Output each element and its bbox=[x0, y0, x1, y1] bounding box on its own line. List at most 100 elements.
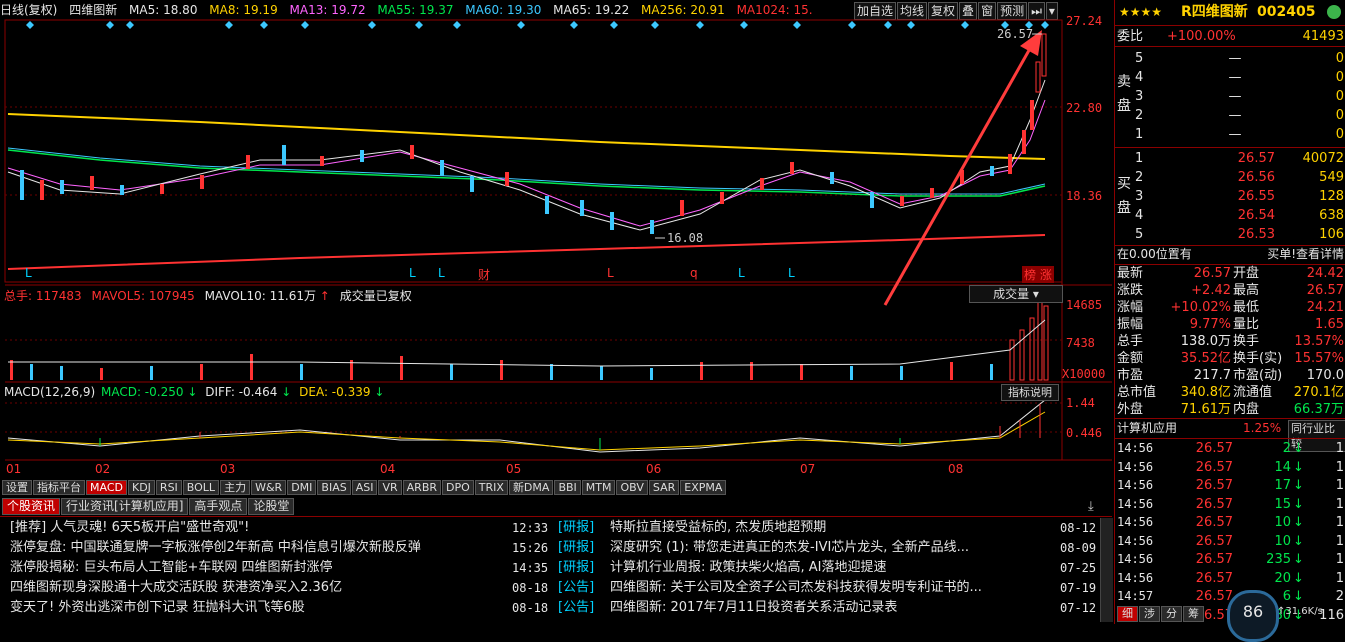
tick-count: 1 bbox=[1335, 515, 1344, 530]
indicator-tab[interactable]: RSI bbox=[155, 480, 182, 495]
down-arrow-icon: ↓ bbox=[374, 385, 385, 399]
indicator-tab[interactable]: KDJ bbox=[127, 480, 155, 495]
indicator-tab[interactable]: SAR bbox=[648, 480, 680, 495]
tick-time: 14:56 bbox=[1117, 533, 1154, 548]
indicator-tab[interactable]: MACD bbox=[86, 480, 127, 495]
book-level: 2 bbox=[1135, 170, 1144, 185]
marker-q[interactable]: q bbox=[690, 266, 698, 280]
tick-volume: 2 bbox=[1282, 441, 1291, 456]
hot-badge[interactable]: 榜 涨 bbox=[1022, 266, 1054, 283]
tick-time: 14:56 bbox=[1117, 459, 1154, 474]
news-report[interactable]: 四维图新: 关于公司及全资子公司杰发科技获得发明专利证书的... bbox=[610, 578, 1050, 598]
news-scrollbar[interactable] bbox=[1100, 518, 1113, 622]
book-volume: 0 bbox=[1335, 108, 1344, 123]
indicator-tab[interactable]: BIAS bbox=[317, 480, 351, 495]
book-price: — bbox=[1228, 70, 1242, 85]
month-label: 07 bbox=[800, 462, 816, 476]
news-tab[interactable]: 论股堂 bbox=[248, 498, 295, 515]
marker-l[interactable]: L bbox=[438, 266, 445, 280]
news-report[interactable]: 四维图新: 2017年7月11日投资者关系活动记录表 bbox=[610, 598, 1050, 618]
news-tab[interactable]: 行业资讯[计算机应用] bbox=[61, 498, 189, 515]
book-volume: 106 bbox=[1319, 227, 1344, 242]
news-headline[interactable]: 涨停股揭秘: 巨头布局人工智能+车联网 四维图新封涨停 bbox=[10, 558, 500, 578]
stats-table: 最新 26.57 开盘 24.42 涨跌 +2.42 最高 26.57 涨幅 +10.02% 最低 2… bbox=[1115, 264, 1345, 417]
indicator-help-button[interactable]: 指标说明 bbox=[1001, 384, 1059, 401]
indicator-tab[interactable]: BOLL bbox=[182, 480, 220, 495]
marker-l[interactable]: L bbox=[788, 266, 795, 280]
tick-price: 26.57 bbox=[1195, 552, 1233, 567]
indicator-tab[interactable]: DMI bbox=[287, 480, 317, 495]
indicator-tab[interactable]: OBV bbox=[616, 480, 648, 495]
quote-tab[interactable]: 细 bbox=[1117, 606, 1138, 622]
news-headline[interactable]: 变天了! 外资出逃深市创下记录 狂抛科大讯飞等6股 bbox=[10, 598, 500, 618]
stock-title: R四维图新 bbox=[1181, 4, 1248, 20]
marker-l[interactable]: L bbox=[607, 266, 614, 280]
news-time: 08-18 bbox=[512, 581, 549, 595]
book-price: 26.54 bbox=[1237, 208, 1275, 223]
indicator-tab[interactable]: 新DMA bbox=[508, 480, 554, 495]
quote-tab[interactable]: 涉 bbox=[1139, 606, 1160, 622]
industry-name[interactable]: 计算机应用 bbox=[1117, 419, 1177, 438]
indicator-tab[interactable]: 主力 bbox=[220, 480, 251, 495]
down-arrow-icon: ↓ bbox=[1293, 459, 1304, 475]
news-tab[interactable]: 个股资讯 bbox=[2, 498, 61, 515]
indicator-tab[interactable]: ARBR bbox=[402, 480, 442, 495]
industry-row: 计算机应用 1.25% 同行业比较 bbox=[1115, 419, 1345, 452]
marker-finance[interactable]: 财 bbox=[478, 266, 490, 283]
news-date: 08-12 bbox=[1060, 521, 1097, 535]
down-arrow-icon: ↓ bbox=[1293, 570, 1304, 586]
indicator-tab[interactable]: W&R bbox=[251, 480, 287, 495]
event-diamonds[interactable] bbox=[26, 21, 1049, 29]
indicator-tab[interactable]: VR bbox=[378, 480, 402, 495]
network-speed: ↑31.6K/s bbox=[1277, 606, 1323, 617]
tick-volume: 14 bbox=[1274, 459, 1291, 475]
news-date: 08-09 bbox=[1060, 541, 1097, 555]
news-tag: [研报] bbox=[558, 540, 595, 555]
book-price: — bbox=[1228, 51, 1242, 66]
news-headline[interactable]: 涨停复盘: 中国联通复牌一字板涨停创2年新高 中科信息引爆次新股反弹 bbox=[10, 538, 500, 558]
quote-tab[interactable]: 筹 bbox=[1183, 606, 1204, 622]
kline-chart[interactable] bbox=[0, 0, 1112, 480]
macd-axis-mid: 0.446 bbox=[1066, 426, 1103, 440]
position-note: 在0.00位置有 bbox=[1117, 247, 1192, 261]
indicator-tab[interactable]: DPO bbox=[442, 480, 474, 495]
news-report[interactable]: 特斯拉直接受益标的, 杰发质地超预期 bbox=[610, 518, 1050, 538]
book-price: — bbox=[1228, 127, 1242, 142]
news-headline[interactable]: [推荐] 人气灵魂! 6天5板开启"盛世奇观"! bbox=[10, 518, 500, 538]
news-report[interactable]: 计算机行业周报: 政策扶柴火焰高, AI落地迎提速 bbox=[610, 558, 1050, 578]
tick-volume: 235 bbox=[1266, 552, 1291, 567]
axis-price-low: 18.36 bbox=[1066, 189, 1103, 203]
news-tab[interactable]: 高手观点 bbox=[189, 498, 248, 515]
download-icon[interactable]: ⤓ bbox=[1088, 499, 1094, 514]
month-label: 02 bbox=[95, 462, 111, 476]
indicator-tab[interactable]: 指标平台 bbox=[33, 480, 85, 495]
indicator-tab[interactable]: EXPMA bbox=[680, 480, 727, 495]
quote-tab[interactable]: 分 bbox=[1161, 606, 1182, 622]
indicator-tab[interactable]: ASI bbox=[351, 480, 378, 495]
marker-l[interactable]: L bbox=[409, 266, 416, 280]
globe-icon[interactable] bbox=[1327, 5, 1341, 19]
axis-price-mid: 22.80 bbox=[1066, 101, 1103, 115]
macd-value: MACD: -0.250 bbox=[100, 385, 184, 399]
tick-price: 26.57 bbox=[1195, 570, 1233, 586]
indicator-tab[interactable]: MTM bbox=[581, 480, 616, 495]
book-price: 26.53 bbox=[1237, 227, 1275, 242]
tick-count: 1 bbox=[1335, 478, 1344, 493]
indicator-tab[interactable]: BBI bbox=[554, 480, 581, 495]
network-speed-value: 31.6K/s bbox=[1285, 606, 1323, 617]
position-detail-link[interactable]: 买单!查看详情 bbox=[1267, 245, 1344, 264]
indicator-tab[interactable]: 设置 bbox=[2, 480, 32, 495]
chevron-down-icon: ▾ bbox=[1032, 287, 1039, 301]
marker-l[interactable]: L bbox=[738, 266, 745, 280]
news-report[interactable]: 深度研究 (1): 带您走进真正的杰发-IVI芯片龙头, 全新产品线... bbox=[610, 538, 1050, 558]
axis-price-top: 27.24 bbox=[1066, 14, 1103, 28]
month-label: 06 bbox=[646, 462, 662, 476]
trend-arrow bbox=[883, 44, 1034, 306]
news-headline[interactable]: 四维图新现身深股通十大成交活跃股 获港资净买入2.36亿 bbox=[10, 578, 500, 598]
indicator-select[interactable]: 成交量 ▾ bbox=[969, 285, 1063, 303]
marker-l[interactable]: L bbox=[25, 266, 32, 280]
news-tag: [研报] bbox=[558, 520, 595, 535]
industry-pct: 1.25% bbox=[1243, 421, 1282, 435]
quote-bottom-tabs: 细涉分筹 bbox=[1117, 606, 1205, 622]
indicator-tab[interactable]: TRIX bbox=[474, 480, 508, 495]
